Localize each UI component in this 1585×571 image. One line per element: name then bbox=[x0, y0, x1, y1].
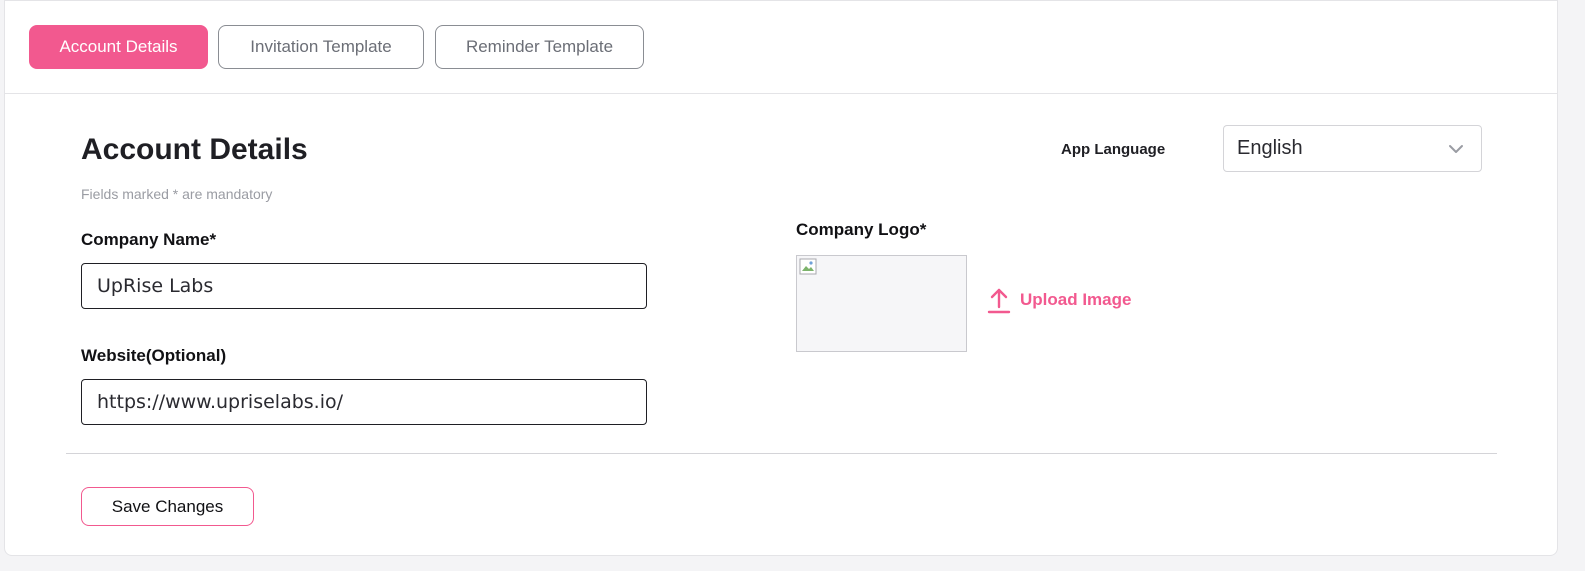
page-title: Account Details bbox=[81, 133, 308, 166]
tab-invitation-template[interactable]: Invitation Template bbox=[218, 25, 424, 69]
upload-image-label: Upload Image bbox=[1020, 290, 1132, 309]
website-input[interactable] bbox=[81, 379, 647, 425]
save-changes-button[interactable]: Save Changes bbox=[81, 487, 254, 526]
tab-bar: Account Details Invitation Template Remi… bbox=[5, 1, 1557, 94]
mandatory-note: Fields marked * are mandatory bbox=[81, 186, 273, 202]
company-name-input[interactable] bbox=[81, 263, 647, 309]
chevron-down-icon bbox=[1449, 145, 1463, 153]
upload-icon bbox=[987, 288, 1011, 314]
tab-reminder-template[interactable]: Reminder Template bbox=[435, 25, 644, 69]
settings-card: Account Details Invitation Template Remi… bbox=[4, 0, 1558, 556]
website-label: Website(Optional) bbox=[81, 346, 227, 365]
company-logo-label: Company Logo* bbox=[796, 220, 927, 239]
app-language-select[interactable]: English bbox=[1223, 125, 1482, 172]
broken-image-icon bbox=[799, 258, 817, 275]
upload-image-button[interactable]: Upload Image bbox=[987, 285, 1131, 315]
company-logo-preview bbox=[796, 255, 967, 352]
company-name-label: Company Name* bbox=[81, 230, 217, 249]
app-language-value: English bbox=[1237, 137, 1303, 159]
app-language-label: App Language bbox=[1061, 141, 1166, 158]
form-divider bbox=[66, 453, 1497, 454]
tab-account-details[interactable]: Account Details bbox=[29, 25, 208, 69]
